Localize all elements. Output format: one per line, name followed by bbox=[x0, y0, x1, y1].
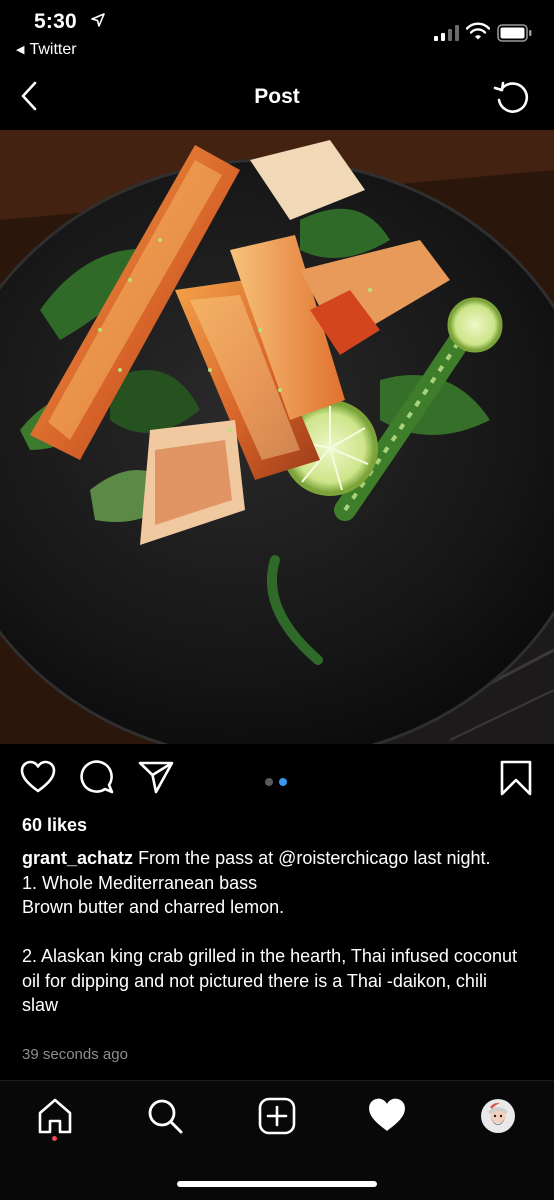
back-app-label: Twitter bbox=[29, 41, 77, 58]
status-bar: 5:30 ◀ Twitter bbox=[0, 0, 554, 66]
wifi-icon bbox=[466, 22, 490, 40]
food-photo bbox=[0, 130, 554, 744]
caption-text: From the pass at @roisterchicago last ni… bbox=[138, 848, 491, 868]
post-image[interactable] bbox=[0, 130, 554, 744]
add-post-icon[interactable] bbox=[258, 1097, 296, 1135]
home-icon[interactable] bbox=[36, 1097, 74, 1135]
status-time: 5:30 bbox=[34, 10, 77, 33]
post-caption: grant_achatz From the pass at @roisterch… bbox=[22, 846, 522, 1018]
comment-icon[interactable] bbox=[80, 760, 114, 794]
refresh-icon[interactable] bbox=[492, 78, 532, 118]
location-arrow-icon bbox=[91, 13, 105, 27]
likes-count[interactable]: 60 likes bbox=[22, 815, 87, 836]
caption-line: Brown butter and charred lemon. bbox=[22, 897, 285, 917]
profile-avatar[interactable] bbox=[480, 1098, 516, 1134]
nav-bar: Post bbox=[0, 66, 554, 130]
carousel-dot-active[interactable] bbox=[279, 778, 287, 786]
caption-blank-line bbox=[22, 920, 522, 945]
bookmark-icon[interactable] bbox=[500, 760, 532, 796]
carousel-dot[interactable] bbox=[265, 778, 273, 786]
page-title: Post bbox=[254, 85, 300, 108]
caption-username[interactable]: grant_achatz bbox=[22, 848, 133, 868]
post-actions bbox=[0, 744, 554, 814]
share-icon[interactable] bbox=[138, 760, 174, 794]
caption-line: 2. Alaskan king crab grilled in the hear… bbox=[22, 946, 517, 1015]
home-indicator[interactable] bbox=[177, 1181, 377, 1187]
back-to-app-link[interactable]: ◀ Twitter bbox=[16, 41, 77, 59]
activity-heart-icon[interactable] bbox=[368, 1097, 406, 1133]
battery-icon bbox=[497, 24, 532, 42]
cellular-signal-icon bbox=[434, 25, 459, 41]
heart-icon[interactable] bbox=[20, 760, 56, 794]
search-icon[interactable] bbox=[146, 1097, 184, 1135]
carousel-indicator bbox=[265, 773, 293, 791]
notification-dot bbox=[52, 1136, 57, 1141]
back-triangle-icon: ◀ bbox=[16, 44, 25, 56]
post-timestamp: 39 seconds ago bbox=[22, 1046, 128, 1063]
tab-bar bbox=[0, 1081, 554, 1200]
caption-line: 1. Whole Mediterranean bass bbox=[22, 872, 258, 893]
